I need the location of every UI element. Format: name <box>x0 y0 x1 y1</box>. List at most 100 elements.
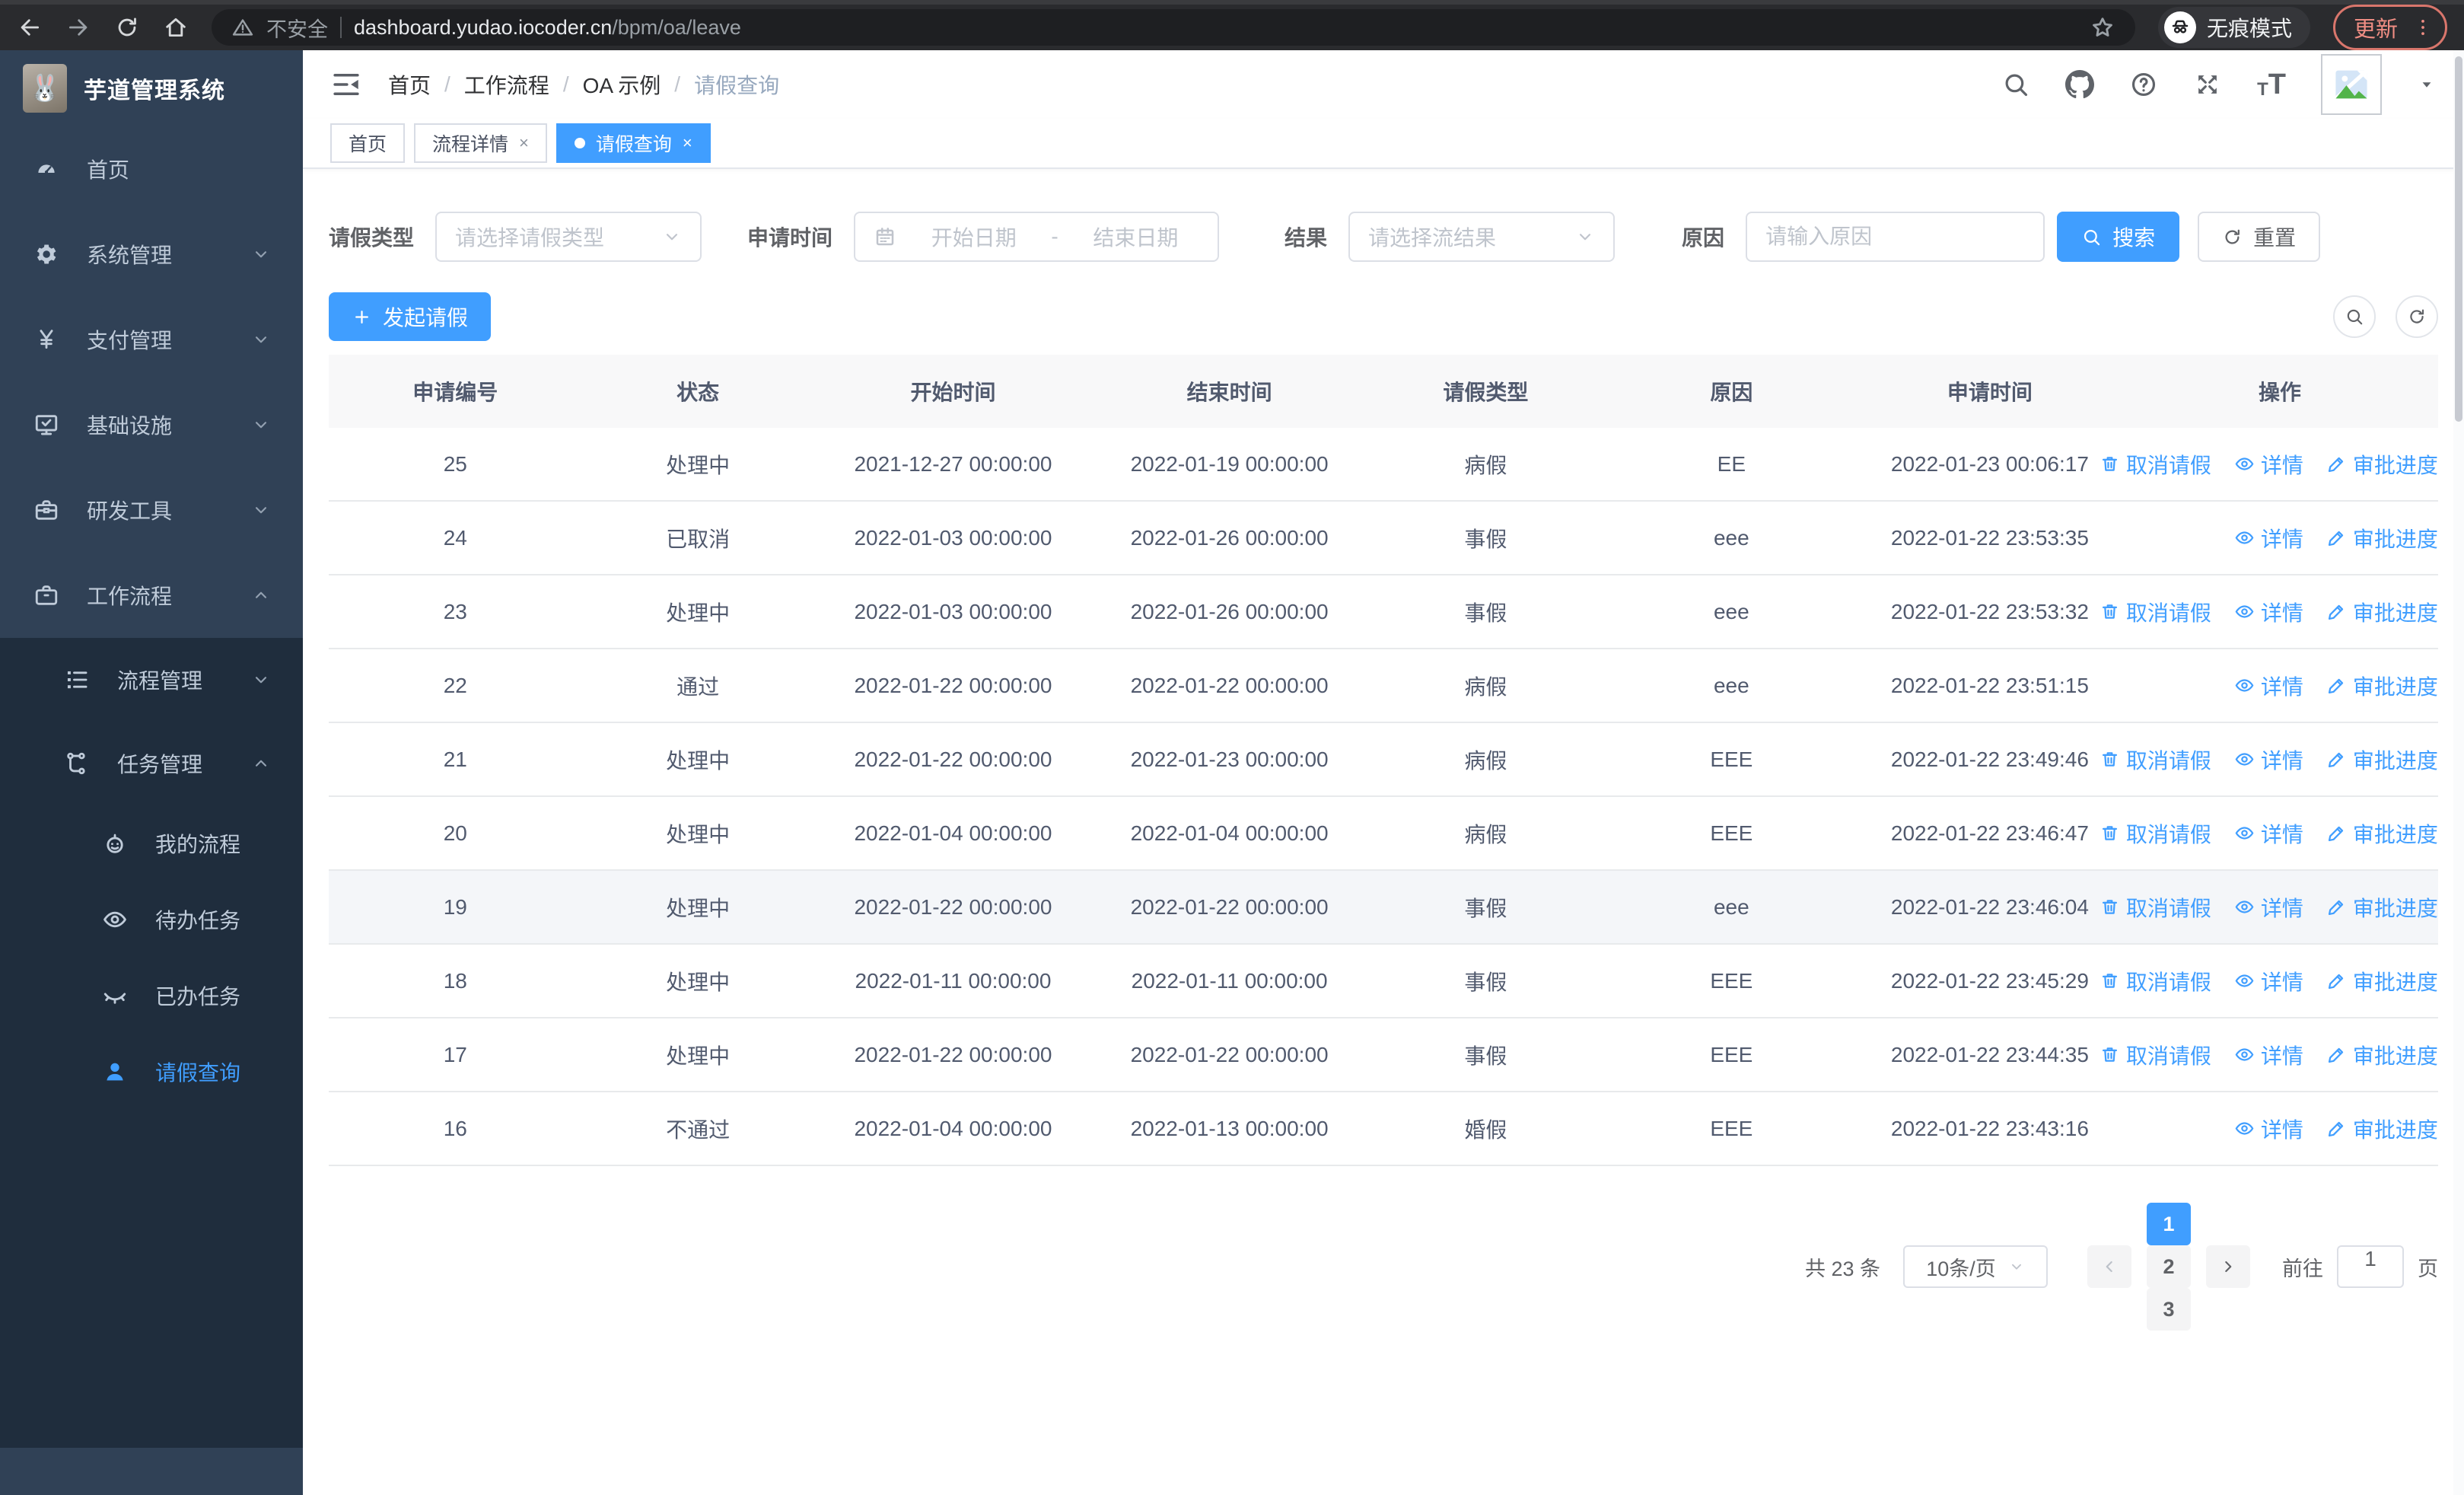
page-button-1[interactable]: 1 <box>2147 1203 2191 1245</box>
breadcrumb-item[interactable]: 工作流程 <box>464 69 549 100</box>
approval-progress-link[interactable]: 审批进度 <box>2326 818 2438 849</box>
avatar[interactable] <box>2321 54 2382 115</box>
create-leave-button[interactable]: 发起请假 <box>329 292 492 341</box>
approval-progress-link[interactable]: 审批进度 <box>2326 523 2438 553</box>
app-logo[interactable]: 🐰 芋道管理系统 <box>0 50 303 126</box>
cell-end: 2022-01-11 00:00:00 <box>1131 968 1328 993</box>
cancel-leave-link[interactable]: 取消请假 <box>2099 966 2211 996</box>
scrollbar-thumb[interactable] <box>2455 56 2462 422</box>
approval-progress-link[interactable]: 审批进度 <box>2326 744 2438 775</box>
sidebar-item-todo-tasks[interactable]: 待办任务 <box>0 881 303 958</box>
cancel-leave-link[interactable]: 取消请假 <box>2099 1040 2211 1070</box>
approval-progress-link[interactable]: 审批进度 <box>2326 892 2438 923</box>
approval-progress-link[interactable]: 审批进度 <box>2326 449 2438 480</box>
detail-link[interactable]: 详情 <box>2234 744 2303 775</box>
back-button[interactable] <box>17 14 43 40</box>
detail-link[interactable]: 详情 <box>2234 966 2303 996</box>
forward-button[interactable] <box>65 14 91 40</box>
user-menu-caret-icon[interactable] <box>2417 75 2437 94</box>
sidebar-item-leave-query[interactable]: 请假查询 <box>0 1034 303 1110</box>
detail-link[interactable]: 详情 <box>2234 818 2303 849</box>
eye-small-icon <box>2234 454 2255 474</box>
end-date-field[interactable]: 结束日期 <box>1072 222 1199 252</box>
sidebar-item-my-process[interactable]: 我的流程 <box>0 805 303 881</box>
cell-type: 病假 <box>1464 822 1507 846</box>
sidebar-item-label: 我的流程 <box>155 833 241 856</box>
approval-progress-link[interactable]: 审批进度 <box>2326 1040 2438 1070</box>
action-label: 审批进度 <box>2352 970 2438 994</box>
sidebar-item-payment[interactable]: 支付管理 <box>0 297 303 382</box>
bookmark-star-icon[interactable] <box>2090 14 2115 40</box>
breadcrumb-item[interactable]: 首页 <box>388 69 431 100</box>
yen-icon <box>32 327 61 352</box>
sidebar-item-infra[interactable]: 基础设施 <box>0 382 303 467</box>
tab-leave-query[interactable]: 请假查询 × <box>556 123 711 163</box>
browser-home-button[interactable] <box>163 14 189 40</box>
page-button-2[interactable]: 2 <box>2147 1245 2191 1288</box>
global-search-icon[interactable] <box>2001 70 2030 99</box>
cell-actions: 取消请假 详情 审批进度 <box>2102 744 2438 775</box>
sidebar-item-workflow[interactable]: 工作流程 <box>0 553 303 638</box>
pen-icon <box>2326 897 2347 917</box>
tab-home[interactable]: 首页 <box>330 123 406 163</box>
font-size-icon[interactable]: TT <box>2257 70 2286 99</box>
start-date-field[interactable]: 开始日期 <box>910 222 1037 252</box>
apply-time-range-picker[interactable]: 开始日期 - 结束日期 <box>854 212 1220 262</box>
browser-menu-icon[interactable] <box>2411 16 2434 39</box>
cancel-leave-link[interactable]: 取消请假 <box>2099 597 2211 627</box>
approval-progress-link[interactable]: 审批进度 <box>2326 1114 2438 1144</box>
reason-input[interactable] <box>1765 225 2026 249</box>
prev-page-button[interactable] <box>2087 1245 2131 1288</box>
sidebar-item-devtools[interactable]: 研发工具 <box>0 467 303 553</box>
detail-link[interactable]: 详情 <box>2234 1040 2303 1070</box>
approval-progress-link[interactable]: 审批进度 <box>2326 597 2438 627</box>
detail-link[interactable]: 详情 <box>2234 523 2303 553</box>
approval-progress-link[interactable]: 审批进度 <box>2326 671 2438 701</box>
sidebar-collapse-bar[interactable] <box>0 1448 303 1495</box>
leave-type-select[interactable]: 请选择请假类型 <box>435 212 702 262</box>
browser-update-menu[interactable]: 更新 <box>2332 5 2447 50</box>
detail-link[interactable]: 详情 <box>2234 597 2303 627</box>
refresh-table-button[interactable] <box>2396 295 2438 338</box>
cell-end: 2022-01-13 00:00:00 <box>1130 1116 1329 1140</box>
search-button[interactable]: 搜索 <box>2057 212 2180 262</box>
result-select[interactable]: 请选择流结果 <box>1348 212 1616 262</box>
cancel-leave-link[interactable]: 取消请假 <box>2099 892 2211 923</box>
fullscreen-icon[interactable] <box>2193 70 2222 99</box>
cancel-leave-link[interactable]: 取消请假 <box>2099 449 2211 480</box>
tab-close-icon[interactable]: × <box>683 133 692 153</box>
cell-end: 2022-01-22 00:00:00 <box>1130 1042 1329 1066</box>
cell-apply_time: 2022-01-22 23:46:47 <box>1890 821 2089 845</box>
reset-button[interactable]: 重置 <box>2198 212 2321 262</box>
eye-closed-icon <box>100 983 129 1009</box>
detail-link[interactable]: 详情 <box>2234 449 2303 480</box>
sidebar-item-home[interactable]: 首页 <box>0 126 303 212</box>
sidebar-item-system[interactable]: 系统管理 <box>0 212 303 297</box>
tab-process-detail[interactable]: 流程详情 × <box>414 123 547 163</box>
cell-start: 2022-01-22 00:00:00 <box>854 1042 1052 1066</box>
goto-page-input[interactable] <box>2338 1247 2402 1271</box>
table-header-row: 申请编号 状态 开始时间 结束时间 请假类型 原因 申请时间 操作 <box>329 355 2438 428</box>
approval-progress-link[interactable]: 审批进度 <box>2326 966 2438 996</box>
detail-link[interactable]: 详情 <box>2234 892 2303 923</box>
detail-link[interactable]: 详情 <box>2234 671 2303 701</box>
cancel-leave-link[interactable]: 取消请假 <box>2099 744 2211 775</box>
detail-link[interactable]: 详情 <box>2234 1114 2303 1144</box>
page-button-3[interactable]: 3 <box>2147 1288 2191 1331</box>
tab-close-icon[interactable]: × <box>519 133 529 153</box>
sidebar-item-process-mgmt[interactable]: 流程管理 <box>0 638 303 722</box>
page-size-select[interactable]: 10条/页 <box>1903 1245 2048 1288</box>
reload-button[interactable] <box>114 14 140 40</box>
sidebar-item-task-mgmt[interactable]: 任务管理 <box>0 722 303 805</box>
breadcrumb-item[interactable]: OA 示例 <box>583 69 661 100</box>
cell-id: 17 <box>443 1042 467 1066</box>
toggle-search-button[interactable] <box>2333 295 2376 338</box>
next-page-button[interactable] <box>2206 1245 2250 1288</box>
github-icon[interactable] <box>2065 70 2095 99</box>
cancel-leave-link[interactable]: 取消请假 <box>2099 818 2211 849</box>
help-icon[interactable] <box>2129 70 2158 99</box>
sidebar-item-done-tasks[interactable]: 已办任务 <box>0 958 303 1034</box>
chevron-down-icon <box>251 244 271 264</box>
sidebar-fold-button[interactable] <box>330 69 362 100</box>
address-bar[interactable]: 不安全 dashboard.yudao.iocoder.cn/bpm/oa/le… <box>212 9 2135 46</box>
